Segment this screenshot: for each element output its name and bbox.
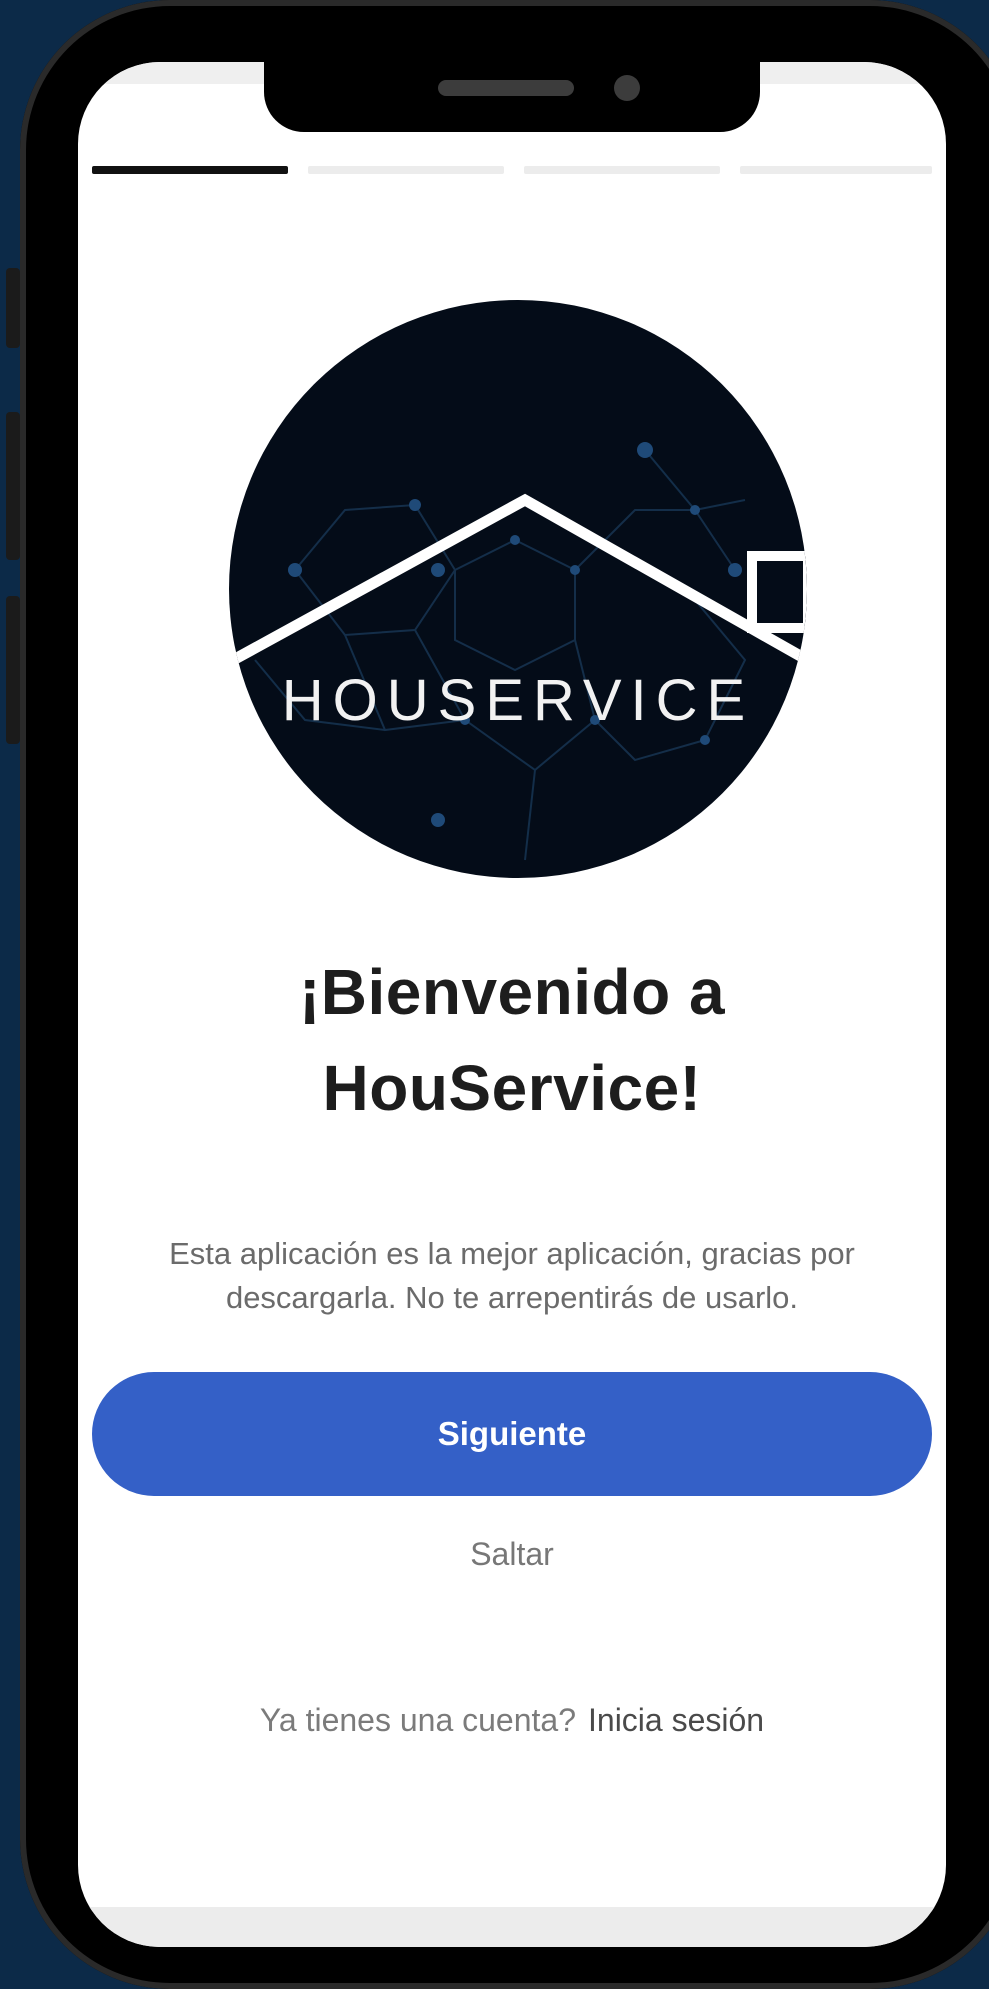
logo-wordmark: HOUSERVICE [282,668,754,733]
welcome-description-line2: descargarla. No te arrepentirás de usarl… [225,1280,799,1315]
welcome-title: ¡Bienvenido a HouService! [78,944,946,1136]
welcome-description: Esta aplicación es la mejor aplicación, … [92,1232,932,1320]
phone-notch [264,62,760,132]
login-prompt: Ya tienes una cuenta? Inicia sesión [78,1702,946,1739]
skip-link[interactable]: Saltar [78,1536,946,1573]
welcome-title-line2: HouService! [322,1052,702,1124]
app-screen: HOUSERVICE ¡Bienvenido a HouService! Est… [78,62,946,1947]
volume-down-button [6,596,20,744]
next-button[interactable]: Siguiente [92,1372,932,1496]
welcome-title-line1: ¡Bienvenido a [298,956,726,1028]
onboarding-progress [92,166,932,176]
camera-icon [614,75,640,101]
home-indicator-area [78,1907,946,1947]
progress-step-1 [92,166,288,174]
account-prompt-text: Ya tienes una cuenta? [259,1702,576,1738]
mute-switch [6,268,20,348]
welcome-description-line1: Esta aplicación es la mejor aplicación, … [169,1236,855,1271]
speaker-grille [438,80,574,96]
houservice-logo: HOUSERVICE [229,300,807,878]
progress-step-4 [740,166,932,174]
login-link[interactable]: Inicia sesión [588,1702,764,1738]
progress-step-2 [308,166,504,174]
progress-step-3 [524,166,720,174]
volume-up-button [6,412,20,560]
